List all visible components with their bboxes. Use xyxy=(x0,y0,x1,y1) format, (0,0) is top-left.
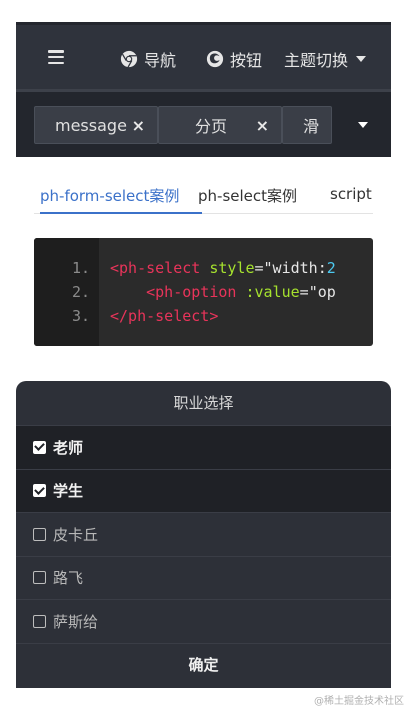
code-tag: <ph-option xyxy=(146,283,237,301)
code-tag: <ph-select xyxy=(110,259,201,277)
option-label: 路飞 xyxy=(53,569,84,588)
confirm-button[interactable]: 确定 xyxy=(16,643,391,687)
example-tabs: ph-form-select案例 ph-select案例 script xyxy=(34,185,373,214)
tabs-dropdown-button[interactable] xyxy=(332,106,391,144)
option-label: 萨斯给 xyxy=(53,612,99,631)
line-number: 1. xyxy=(71,259,90,277)
tab-form-select-example[interactable]: ph-form-select案例 xyxy=(40,185,202,214)
profession-picker: 职业选择 老师 学生 皮卡丘 路飞 萨斯给 确定 xyxy=(16,381,391,688)
firefox-icon xyxy=(206,50,224,68)
watermark: @稀土掘金技术社区 xyxy=(314,696,404,707)
option-label: 学生 xyxy=(53,482,84,501)
option-label: 老师 xyxy=(53,438,84,457)
nav-item-label: 按钮 xyxy=(230,51,263,70)
nav-item-buttons[interactable]: 按钮 xyxy=(206,47,262,71)
nav-item-label: 主题切换 xyxy=(284,51,349,70)
tab-label: 滑 xyxy=(303,117,320,136)
checkbox-checked-icon[interactable] xyxy=(33,440,46,454)
nav-item-label: 导航 xyxy=(144,51,177,70)
line-number: 2. xyxy=(71,283,90,301)
tab-bar: message × 分页 × 滑 xyxy=(16,89,391,157)
nav-item-navigation[interactable]: 导航 xyxy=(120,47,176,71)
app-frame: 导航 按钮 主题切换 message × 分页 × 滑 ph-form-sele… xyxy=(16,22,391,688)
picker-title: 职业选择 xyxy=(16,381,391,426)
code-attr: :value xyxy=(245,283,300,301)
code-attr: style xyxy=(209,259,255,277)
nav-item-theme-switch[interactable]: 主题切换 xyxy=(284,47,367,71)
chevron-down-icon xyxy=(356,56,367,62)
checkbox-unchecked-icon[interactable] xyxy=(33,527,46,541)
code-string: "width: xyxy=(263,259,327,277)
tab-label: ph-select案例 xyxy=(198,187,298,205)
top-nav: 导航 按钮 主题切换 xyxy=(16,22,391,89)
code-line: </ph-select> xyxy=(110,304,336,328)
checkbox-checked-icon[interactable] xyxy=(33,484,46,498)
tab-pagination[interactable]: 分页 × xyxy=(158,106,282,144)
code-eq: = xyxy=(254,259,264,277)
tab-slide[interactable]: 滑 xyxy=(282,106,332,144)
tab-label: 分页 xyxy=(195,117,228,136)
code-number: 2 xyxy=(326,259,336,277)
chevron-down-icon xyxy=(357,122,368,128)
chrome-icon xyxy=(120,50,138,68)
code-line: <ph-option :value="op xyxy=(110,280,336,304)
code-eq: = xyxy=(299,283,309,301)
line-numbers: 1. 2. 3. xyxy=(34,238,99,346)
code-tag: </ph-select> xyxy=(110,307,219,325)
close-icon[interactable]: × xyxy=(132,116,145,135)
code-string: "op xyxy=(308,283,336,301)
tab-message[interactable]: message × xyxy=(34,106,158,144)
checkbox-unchecked-icon[interactable] xyxy=(33,614,46,628)
tab-label: script xyxy=(330,185,372,203)
option-sasuke[interactable]: 萨斯给 xyxy=(16,600,391,644)
code-lines: <ph-select style="width:2 <ph-option :va… xyxy=(110,256,336,328)
tab-script[interactable]: script xyxy=(330,185,372,214)
code-line: <ph-select style="width:2 xyxy=(110,256,336,280)
option-pikachu[interactable]: 皮卡丘 xyxy=(16,513,391,557)
code-block: 1. 2. 3. <ph-select style="width:2 <ph-o… xyxy=(34,238,373,346)
option-luffy[interactable]: 路飞 xyxy=(16,557,391,600)
hamburger-menu-icon[interactable] xyxy=(46,48,66,66)
tab-label: message xyxy=(55,115,127,135)
line-number: 3. xyxy=(71,307,90,325)
option-label: 皮卡丘 xyxy=(53,525,99,544)
checkbox-unchecked-icon[interactable] xyxy=(33,571,46,585)
close-icon[interactable]: × xyxy=(256,116,269,135)
tab-label: ph-form-select案例 xyxy=(40,187,180,205)
option-student[interactable]: 学生 xyxy=(16,469,391,513)
tab-select-example[interactable]: ph-select案例 xyxy=(198,185,297,214)
option-teacher[interactable]: 老师 xyxy=(16,426,391,470)
